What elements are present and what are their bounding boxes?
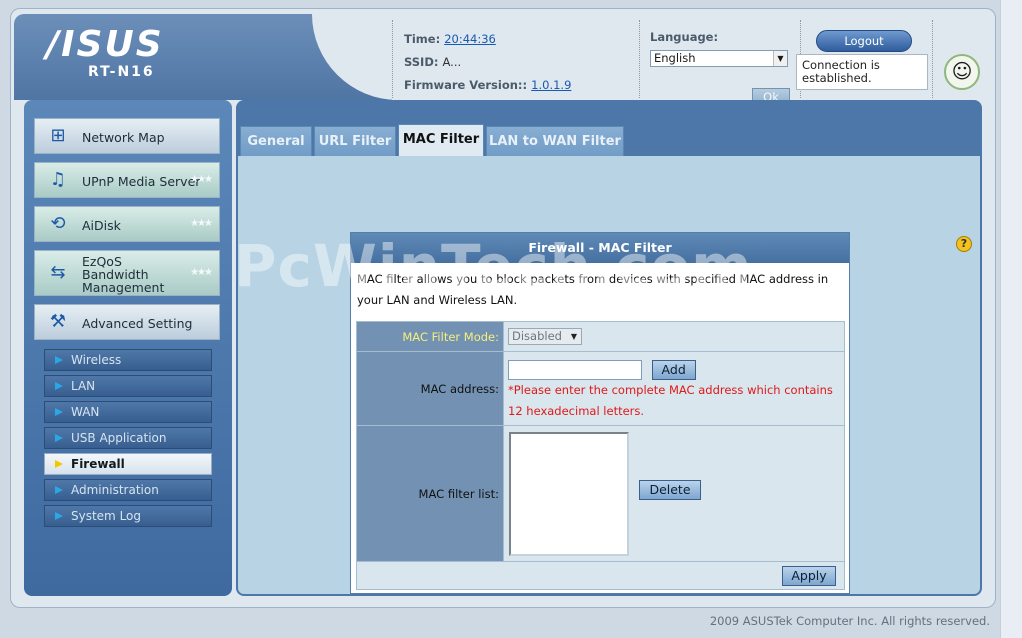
tab-mac-filter[interactable]: MAC Filter [398, 124, 484, 158]
sidebar-sub-administration[interactable]: Administration [44, 479, 212, 501]
play-arrow-icon [55, 486, 63, 494]
main-panel: General URL Filter MAC Filter LAN to WAN… [236, 100, 982, 596]
mac-filter-mode-label: MAC Filter Mode: [402, 329, 499, 344]
tab-lan-to-wan-filter[interactable]: LAN to WAN Filter [486, 126, 624, 158]
apply-button[interactable]: Apply [782, 565, 836, 586]
header: /ISUS RT-N16 Time: 20:44:36 SSID: A... F… [14, 14, 992, 106]
sidebar-sub-usb-application[interactable]: USB Application [44, 427, 212, 449]
sidebar-item-upnp-media-server[interactable]: ♫ UPnP Media Server ★★★ [34, 162, 220, 198]
wrench-icon: ⚒ [49, 311, 67, 332]
language-label: Language: [650, 30, 719, 44]
window-scrollbar[interactable] [1000, 0, 1022, 638]
ssid-row: SSID: A... [404, 55, 462, 69]
play-arrow-icon [55, 356, 63, 364]
form-title: Firewall - MAC Filter [351, 233, 849, 263]
tab-url-filter[interactable]: URL Filter [314, 126, 396, 158]
mac-address-label: MAC address: [420, 381, 499, 396]
language-select[interactable]: English ▼ [650, 50, 788, 67]
sidebar-item-network-map[interactable]: ⊞ Network Map [34, 118, 220, 154]
logout-button[interactable]: Logout [816, 30, 912, 52]
sidebar: ⊞ Network Map ♫ UPnP Media Server ★★★ ⟲ … [24, 100, 232, 596]
stars-icon: ★★★ [190, 174, 213, 185]
play-arrow-icon [55, 408, 63, 416]
add-button[interactable]: Add [651, 359, 696, 380]
play-arrow-icon [55, 382, 63, 390]
media-server-icon: ♫ [49, 169, 67, 190]
settings-table: MAC Filter Mode: Disabled ▼ MAC address: [356, 321, 845, 590]
firmware-link[interactable]: 1.0.1.9 [531, 78, 571, 92]
chevron-down-icon: ▼ [773, 51, 787, 66]
table-row: MAC filter list: Delete [356, 425, 845, 562]
firmware-row: Firmware Version:: 1.0.1.9 [404, 78, 572, 92]
content-area: ? Firewall - MAC Filter MAC filter allow… [238, 156, 980, 594]
mac-filter-mode-select: Disabled ▼ [508, 328, 582, 345]
stars-icon: ★★★ [190, 218, 213, 229]
mac-address-warning: *Please enter the complete MAC address w… [508, 382, 833, 418]
play-arrow-icon [55, 434, 63, 442]
user-avatar-icon: ☺ [944, 54, 980, 90]
mac-filter-listbox[interactable] [509, 432, 629, 556]
model-name: RT-N16 [88, 64, 155, 80]
sidebar-sub-lan[interactable]: LAN [44, 375, 212, 397]
footer-copyright: 2009 ASUSTek Computer Inc. All rights re… [709, 614, 990, 628]
table-row: MAC Filter Mode: Disabled ▼ [356, 321, 845, 352]
play-arrow-icon [55, 512, 63, 520]
tab-general[interactable]: General [240, 126, 312, 158]
sidebar-item-ezqos[interactable]: ⇆ EzQoS Bandwidth Management ★★★ [34, 250, 220, 296]
ezqos-icon: ⇆ [50, 262, 66, 283]
mac-filter-form: Firewall - MAC Filter MAC filter allows … [350, 232, 850, 594]
divider [932, 20, 933, 98]
help-icon[interactable]: ? [956, 236, 972, 252]
brand-logo: /ISUS [46, 24, 164, 65]
play-arrow-icon [55, 460, 63, 468]
logo-block: /ISUS RT-N16 [14, 14, 432, 100]
table-row: MAC address: Add *Please enter the compl… [356, 351, 845, 426]
network-map-icon: ⊞ [50, 125, 66, 146]
sidebar-sub-wireless[interactable]: Wireless [44, 349, 212, 371]
mac-filter-list-label: MAC filter list: [418, 486, 499, 501]
time-row: Time: 20:44:36 [404, 32, 496, 46]
time-link[interactable]: 20:44:36 [444, 32, 496, 46]
sidebar-item-aidisk[interactable]: ⟲ AiDisk ★★★ [34, 206, 220, 242]
sidebar-item-advanced-setting[interactable]: ⚒ Advanced Setting [34, 304, 220, 340]
mac-address-input[interactable] [508, 359, 642, 380]
delete-button[interactable]: Delete [639, 480, 701, 500]
divider [392, 20, 393, 98]
chevron-down-icon: ▼ [570, 332, 578, 341]
language-section: Language: English ▼ Ok [650, 30, 796, 106]
sidebar-sub-wan[interactable]: WAN [44, 401, 212, 423]
sidebar-sub-firewall[interactable]: Firewall [44, 453, 212, 475]
form-description: MAC filter allows you to block packets f… [357, 272, 829, 307]
status-info: Time: 20:44:36 SSID: A... Firmware Versi… [404, 28, 644, 97]
table-row: Apply [356, 561, 845, 590]
divider [639, 20, 640, 98]
ssid-value: A... [442, 55, 462, 69]
connection-status: Connection is established. [796, 54, 928, 90]
aidisk-icon: ⟲ [50, 213, 66, 234]
stars-icon: ★★★ [190, 267, 213, 278]
sidebar-sub-system-log[interactable]: System Log [44, 505, 212, 527]
